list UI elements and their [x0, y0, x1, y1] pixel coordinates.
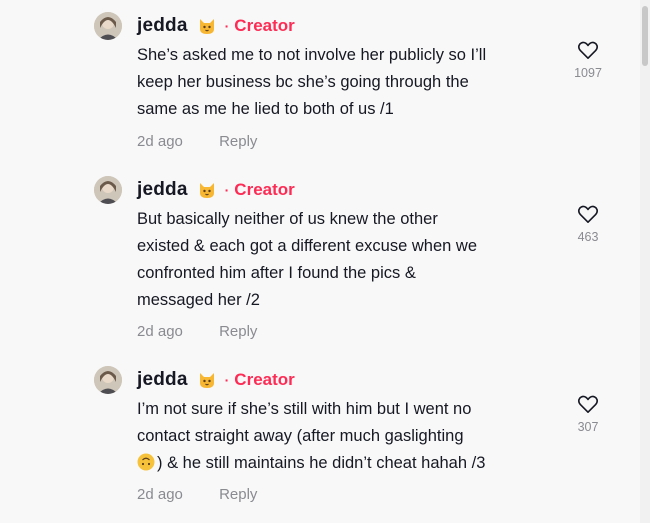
separator-dot: · — [224, 372, 230, 388]
scrollbar[interactable] — [640, 0, 650, 523]
avatar[interactable] — [94, 176, 122, 204]
comment-line: I’m not sure if she’s still with him but… — [137, 400, 472, 418]
comment-header: jedda · Creator — [137, 14, 295, 38]
comment-meta: 2d ago Reply — [137, 486, 257, 503]
comment-text: But basically neither of us knew the oth… — [137, 206, 557, 314]
comment-line-with-emoji: ) & he still maintains he didn’t cheat h… — [137, 450, 557, 477]
comment-header: jedda · Creator — [137, 178, 295, 202]
comment-meta: 2d ago Reply — [137, 133, 257, 150]
username[interactable]: jedda — [137, 179, 188, 201]
comment-header: jedda · Creator — [137, 368, 295, 392]
timestamp: 2d ago — [137, 133, 183, 150]
like-count: 463 — [577, 230, 599, 244]
like-count: 1097 — [574, 66, 602, 80]
comment-line: She’s asked me to not involve her public… — [137, 46, 487, 64]
comment-line: But basically neither of us knew the oth… — [137, 210, 438, 228]
comment-line: ) & he still maintains he didn’t cheat h… — [157, 454, 486, 472]
comment-meta: 2d ago Reply — [137, 323, 257, 340]
reply-button[interactable]: Reply — [219, 133, 257, 150]
username[interactable]: jedda — [137, 369, 188, 391]
avatar[interactable] — [94, 366, 122, 394]
reply-button[interactable]: Reply — [219, 323, 257, 340]
separator-dot: · — [224, 182, 230, 198]
like-group: 1097 — [568, 40, 608, 80]
comment-text: I’m not sure if she’s still with him but… — [137, 396, 557, 477]
comment-line: existed & each got a different excuse wh… — [137, 237, 477, 255]
username[interactable]: jedda — [137, 15, 188, 37]
scrollbar-thumb[interactable] — [642, 6, 648, 66]
cat-face-emoji-icon — [199, 183, 214, 198]
like-group: 307 — [568, 394, 608, 434]
comment-text: She’s asked me to not involve her public… — [137, 42, 557, 123]
timestamp: 2d ago — [137, 486, 183, 503]
comments-panel: jedda · Creator She’s asked me to not in… — [0, 0, 650, 523]
cat-face-emoji-icon — [199, 19, 214, 34]
like-count: 307 — [577, 420, 599, 434]
comment-line: messaged her /2 — [137, 291, 260, 309]
like-group: 463 — [568, 204, 608, 244]
timestamp: 2d ago — [137, 323, 183, 340]
separator-dot: · — [224, 18, 230, 34]
reply-button[interactable]: Reply — [219, 486, 257, 503]
comment-line: keep her business bc she’s going through… — [137, 73, 469, 91]
creator-badge: Creator — [234, 180, 295, 199]
comment-line: same as me he lied to both of us /1 — [137, 100, 394, 118]
avatar[interactable] — [94, 12, 122, 40]
creator-badge: Creator — [234, 370, 295, 389]
comment-line: confronted him after I found the pics & — [137, 264, 416, 282]
comment-line: contact straight away (after much gaslig… — [137, 427, 464, 445]
upside-down-face-emoji-icon — [137, 453, 155, 471]
heart-icon[interactable] — [577, 394, 599, 414]
heart-icon[interactable] — [577, 204, 599, 224]
creator-badge: Creator — [234, 16, 295, 35]
heart-icon[interactable] — [577, 40, 599, 60]
cat-face-emoji-icon — [199, 373, 214, 388]
